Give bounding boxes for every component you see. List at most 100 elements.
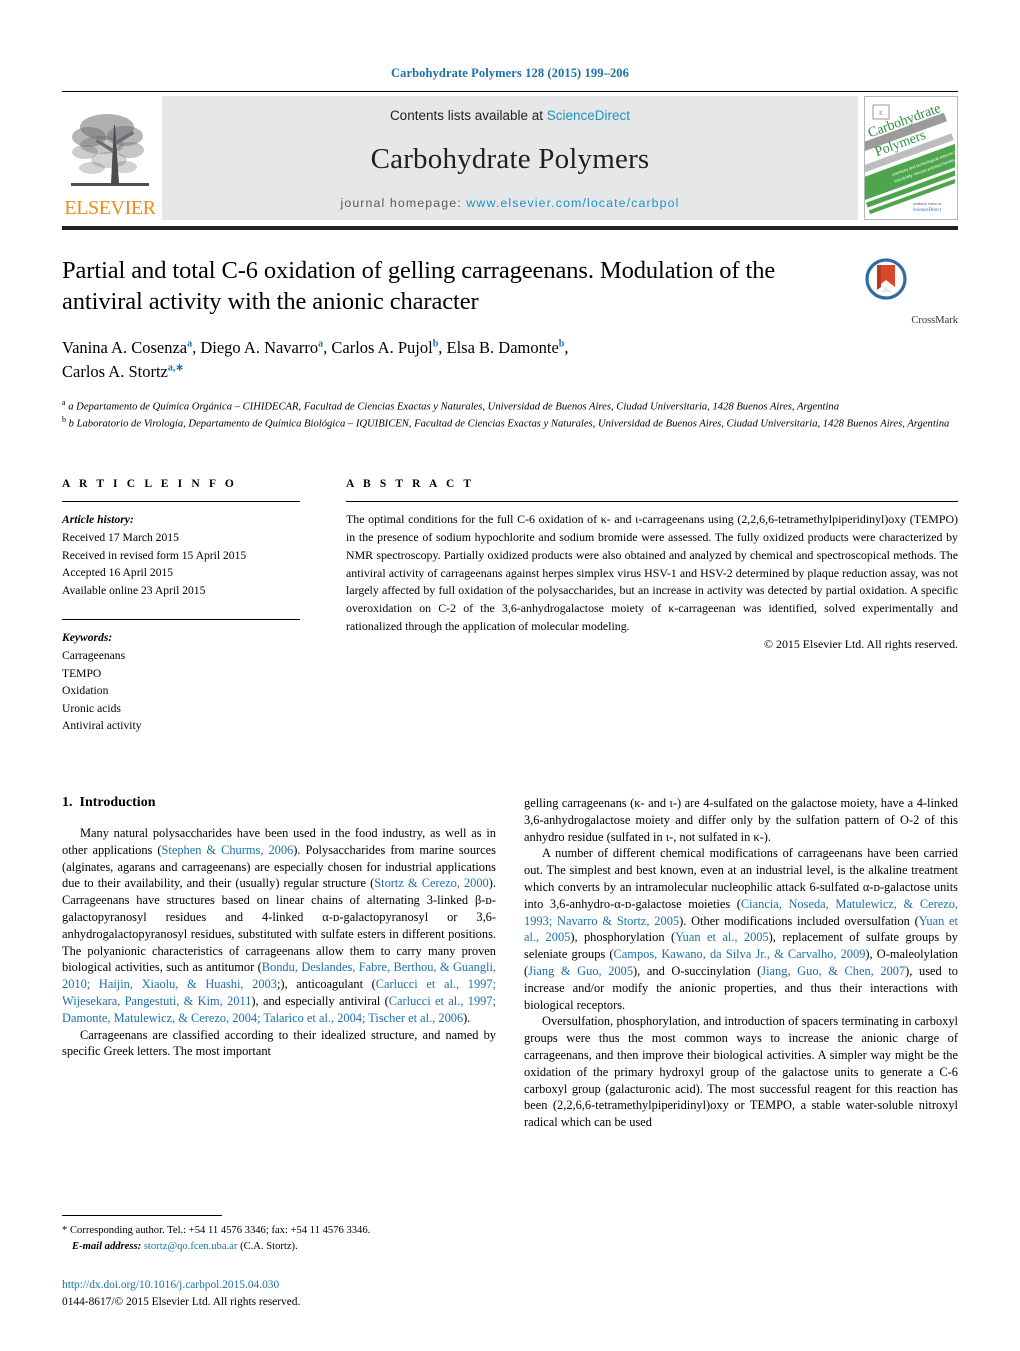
affiliation-marker: b xyxy=(432,338,439,350)
banner-center: Contents lists available at ScienceDirec… xyxy=(162,96,858,220)
keyword-item: Antiviral activity xyxy=(62,719,142,733)
abstract-heading: A B S T R A C T xyxy=(346,478,475,491)
title-and-authors: Partial and total C-6 oxidation of gelli… xyxy=(62,256,848,384)
citation-link[interactable]: Jiang & Guo, 2005 xyxy=(528,964,633,978)
email-address-link[interactable]: stortz@qo.fcen.uba.ar xyxy=(144,1241,238,1252)
svg-text:E: E xyxy=(879,111,883,117)
article-history-label: Article history: xyxy=(62,513,134,527)
history-item: Received 17 March 2015 xyxy=(62,530,179,544)
sciencedirect-link[interactable]: ScienceDirect xyxy=(547,108,630,123)
paragraph-text: ), and O-succinylation ( xyxy=(633,964,762,979)
crossmark-label: CrossMark xyxy=(911,315,958,327)
crossmark-icon xyxy=(865,258,907,300)
svg-text:ScienceDirect: ScienceDirect xyxy=(913,208,942,213)
crossmark-badge[interactable]: CrossMark xyxy=(848,256,958,384)
section-number: 1. xyxy=(62,795,73,811)
body-column-left: 1. Introduction Many natural polysacchar… xyxy=(62,795,496,1131)
email-owner: (C.A. Stortz). xyxy=(240,1241,298,1253)
citation-link[interactable]: Campos, Kawano, da Silva Jr., & Carvalho… xyxy=(614,947,866,961)
body-column-right: gelling carrageenans (κ- and ι-) are 4-s… xyxy=(524,795,958,1131)
author-line-1: Vanina A. Cosenzaa, Diego A. Navarroa, C… xyxy=(62,337,569,357)
paragraph: Oversulfation, phosphorylation, and intr… xyxy=(524,1013,958,1131)
elsevier-logo: ELSEVIER xyxy=(62,96,158,220)
paragraph: Carrageenans are classified according to… xyxy=(62,1027,496,1061)
affiliation-b-text: b Laboratorio de Virología, Departamento… xyxy=(68,418,950,430)
keywords-block: Keywords: Carrageenans TEMPO Oxidation U… xyxy=(62,629,300,735)
intro-right-paragraphs: gelling carrageenans (κ- and ι-) are 4-s… xyxy=(524,795,958,1131)
elsevier-wordmark: ELSEVIER xyxy=(64,197,156,219)
affiliation-a-text: a Departamento de Química Orgánica – CIH… xyxy=(68,401,840,413)
journal-cover-art: E Carbohydrate Polymers chemistry and te… xyxy=(865,97,957,219)
author-list: Vanina A. Cosenzaa, Diego A. Navarroa, C… xyxy=(62,336,832,384)
article-history: Article history: Received 17 March 2015 … xyxy=(62,511,300,599)
intro-left-paragraphs: Many natural polysaccharides have been u… xyxy=(62,825,496,1060)
affiliation-marker: a,∗ xyxy=(167,362,184,374)
affiliation-b: b b Laboratorio de Virología, Departamen… xyxy=(62,414,958,432)
affiliations: a a Departamento de Química Orgánica – C… xyxy=(62,397,958,433)
history-item: Received in revised form 15 April 2015 xyxy=(62,548,247,562)
contents-prefix: Contents lists available at xyxy=(389,108,547,123)
affiliation-marker: b xyxy=(558,338,565,350)
corresponding-author-note: * Corresponding author. Tel.: +54 11 457… xyxy=(62,1223,512,1255)
abstract-rule xyxy=(346,501,958,503)
header-rule xyxy=(62,91,958,92)
homepage-prefix: journal homepage: xyxy=(340,196,467,210)
paragraph-text: ), and especially antiviral ( xyxy=(251,994,389,1009)
doi-link[interactable]: http://dx.doi.org/10.1016/j.carbpol.2015… xyxy=(62,1277,300,1294)
affiliation-marker-b: b xyxy=(62,415,66,425)
abstract-column: A B S T R A C T The optimal conditions f… xyxy=(324,478,958,735)
paragraph: Many natural polysaccharides have been u… xyxy=(62,825,496,1027)
body-columns: 1. Introduction Many natural polysacchar… xyxy=(62,795,958,1131)
running-head: Carbohydrate Polymers 128 (2015) 199–206 xyxy=(391,66,629,80)
issn-copyright-line: 0144-8617/© 2015 Elsevier Ltd. All right… xyxy=(62,1295,301,1308)
history-item: Accepted 16 April 2015 xyxy=(62,566,174,580)
abstract-copyright: © 2015 Elsevier Ltd. All rights reserved… xyxy=(764,637,958,652)
keyword-item: Oxidation xyxy=(62,684,109,698)
history-item: Available online 23 April 2015 xyxy=(62,583,206,597)
citation-link[interactable]: Stephen & Churms, 2006 xyxy=(162,843,294,857)
abstract-text: The optimal conditions for the full C-6 … xyxy=(346,512,958,633)
journal-cover-thumbnail: E Carbohydrate Polymers chemistry and te… xyxy=(864,96,958,220)
affiliation-marker: a xyxy=(318,338,324,350)
journal-banner: ELSEVIER Contents lists available at Sci… xyxy=(62,96,958,220)
affiliation-marker: a xyxy=(187,338,193,350)
elsevier-tree-icon xyxy=(71,114,149,186)
author-line-2: Carlos A. Stortza,∗ xyxy=(62,361,184,381)
keyword-item: Uronic acids xyxy=(62,701,121,715)
citation-link[interactable]: Stortz & Cerezo, 2000 xyxy=(374,876,488,890)
corresponding-author-text: * Corresponding author. Tel.: +54 11 457… xyxy=(62,1225,371,1237)
banner-bottom-rule xyxy=(62,226,958,230)
paragraph-text: ). Other modifications included oversulf… xyxy=(679,913,919,928)
svg-text:available online at: available online at xyxy=(913,202,941,206)
doi-block: http://dx.doi.org/10.1016/j.carbpol.2015… xyxy=(62,1277,300,1311)
homepage-link[interactable]: www.elsevier.com/locate/carbpol xyxy=(466,196,679,210)
journal-homepage-line: journal homepage: www.elsevier.com/locat… xyxy=(340,196,679,210)
affiliation-a: a a Departamento de Química Orgánica – C… xyxy=(62,397,958,415)
paragraph-text: ), phosphorylation ( xyxy=(570,930,676,945)
journal-title: Carbohydrate Polymers xyxy=(370,143,650,175)
paragraph-text: gelling carrageenans (κ- and ι-) are 4-s… xyxy=(524,796,958,844)
email-address-label: E-mail address: xyxy=(72,1241,142,1253)
citation-link[interactable]: Jiang, Guo, & Chen, 2007 xyxy=(761,964,905,978)
article-info-rule xyxy=(62,501,300,503)
footnote-area: * Corresponding author. Tel.: +54 11 457… xyxy=(62,1215,512,1255)
keywords-rule xyxy=(62,619,300,621)
affiliation-marker-a: a xyxy=(62,397,66,407)
section-heading-introduction: 1. Introduction xyxy=(62,795,496,811)
footnote-rule xyxy=(62,1215,222,1217)
article-info-heading: A R T I C L E I N F O xyxy=(62,478,237,491)
section-title: Introduction xyxy=(79,795,156,811)
article-page: Carbohydrate Polymers 128 (2015) 199–206 xyxy=(0,0,1020,1351)
paragraph-text: ). xyxy=(463,1010,471,1025)
page-title: Partial and total C-6 oxidation of gelli… xyxy=(62,257,776,315)
contents-list-line: Contents lists available at ScienceDirec… xyxy=(390,108,630,123)
citation-link[interactable]: Yuan et al., 2005 xyxy=(675,930,769,944)
title-block: Partial and total C-6 oxidation of gelli… xyxy=(62,256,958,384)
article-info-column: A R T I C L E I N F O Article history: R… xyxy=(62,478,324,735)
paragraph-text: Oversulfation, phosphorylation, and intr… xyxy=(524,1014,958,1130)
paragraph-text: Carrageenans are classified according to… xyxy=(62,1027,496,1059)
keyword-item: TEMPO xyxy=(62,666,102,680)
keywords-label: Keywords: xyxy=(62,631,113,645)
paragraph-text: ;), anticoagulant ( xyxy=(276,977,376,992)
info-abstract-row: A R T I C L E I N F O Article history: R… xyxy=(62,478,958,735)
